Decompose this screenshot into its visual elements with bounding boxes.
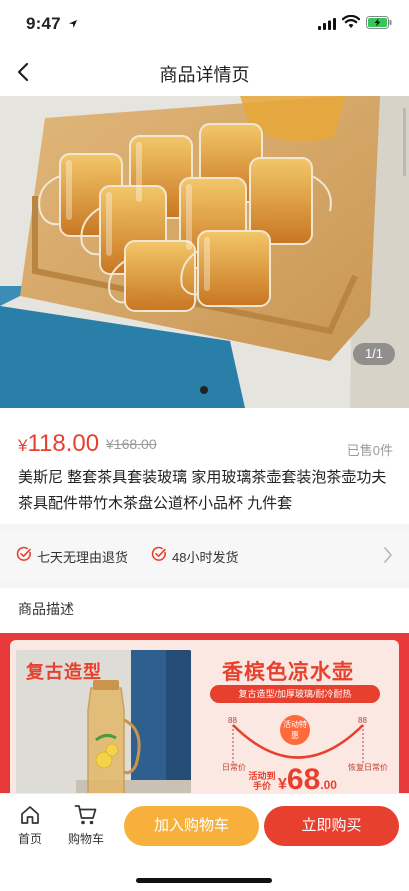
- cart-icon: [74, 805, 97, 825]
- daily-price-left: 日常价: [222, 763, 246, 772]
- scale-left: 88: [228, 716, 237, 725]
- description-banner: 复古造型 香槟色凉水壶 复古造型/加厚玻璃/耐冷耐热 88 88 日常价 恢复日…: [0, 633, 409, 803]
- add-to-cart-button[interactable]: 加入购物车: [124, 806, 259, 846]
- scale-right: 88: [358, 716, 367, 725]
- tab-home-label: 首页: [17, 832, 42, 846]
- image-counter: 1/1: [353, 343, 395, 365]
- section-divider: [0, 580, 409, 588]
- banner-tag: 复古造型: [26, 662, 102, 682]
- tab-cart-label: 购物车: [67, 832, 104, 846]
- chevron-right-icon: [384, 547, 392, 563]
- status-time: 9:47: [26, 14, 61, 33]
- buy-now-button[interactable]: 立即购买: [264, 806, 399, 846]
- daily-price-right: 恢复日常价: [348, 763, 388, 772]
- wifi-icon: [341, 14, 361, 34]
- battery-charging-icon: [366, 16, 392, 34]
- current-price: ¥118.00: [18, 430, 100, 457]
- navigation-bar: 商品详情页: [0, 48, 409, 96]
- product-title: 美斯尼 整套茶具套装玻璃 家用玻璃茶壶套装泡茶壶功夫茶具配件带竹木茶盘公道杯小品…: [18, 469, 387, 512]
- promo-price: ¥68.00: [278, 763, 337, 796]
- bottom-action-bar: 首页 购物车 加入购物车 立即购买: [0, 793, 409, 891]
- tab-home[interactable]: 首页: [10, 804, 50, 847]
- kettle-photo: 复古造型: [16, 650, 191, 803]
- description-heading: 商品描述: [18, 601, 74, 617]
- banner-headline: 香槟色凉水壶: [222, 661, 354, 684]
- location-arrow-icon: [68, 16, 78, 34]
- tab-cart[interactable]: 购物车: [66, 804, 106, 847]
- product-image-carousel[interactable]: 1/1: [0, 96, 409, 408]
- check-circle-icon: [151, 546, 166, 561]
- promo-price-label: 活动到手价: [248, 771, 276, 791]
- service-guarantees-row[interactable]: 七天无理由退货 48小时发货: [0, 530, 409, 580]
- carousel-indicator-dot: [200, 386, 208, 394]
- home-icon: [21, 806, 39, 824]
- service-label: 48小时发货: [172, 550, 239, 565]
- status-bar: 9:47: [0, 0, 409, 48]
- banner-card: 复古造型 香槟色凉水壶 复古造型/加厚玻璃/耐冷耐热 88 88 日常价 恢复日…: [10, 640, 399, 803]
- page-title: 商品详情页: [159, 65, 250, 85]
- sold-count: 已售0件: [346, 443, 393, 458]
- service-label: 七天无理由退货: [37, 550, 129, 565]
- product-detail-screen: 9:47 商品详情页 1/1 ¥118.00 ¥168.00 已售0件 美斯尼 …: [0, 0, 409, 891]
- banner-features: 复古造型/加厚玻璃/耐冷耐热: [210, 685, 380, 703]
- promo-badge: 活动特惠: [280, 715, 310, 745]
- check-circle-icon: [16, 546, 31, 561]
- price-row: ¥118.00 ¥168.00 已售0件: [18, 428, 393, 460]
- scrollbar-thumb[interactable]: [403, 108, 406, 176]
- tea-set-photo: [0, 96, 409, 408]
- original-price: ¥168.00: [106, 436, 157, 452]
- signal-icon: [318, 17, 336, 35]
- home-indicator: [136, 878, 272, 883]
